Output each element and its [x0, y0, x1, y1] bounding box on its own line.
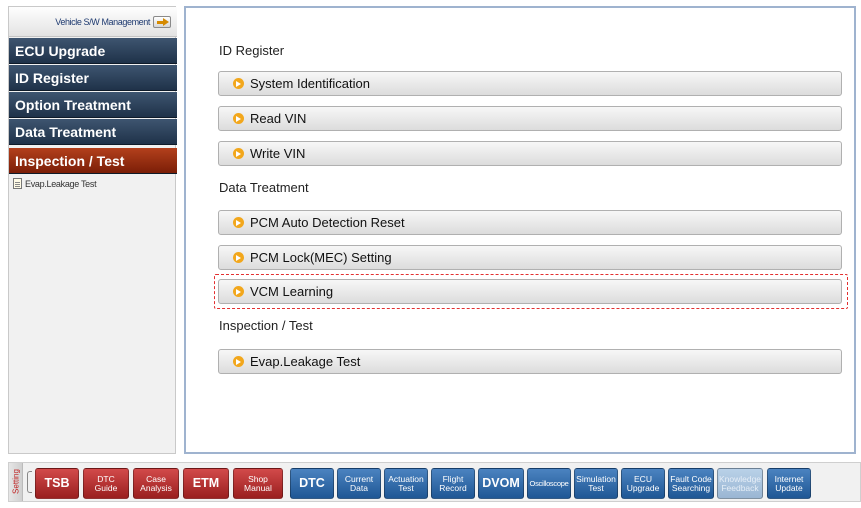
button-label: System Identification	[250, 76, 370, 91]
dvom-button[interactable]: DVOM	[478, 468, 524, 499]
button-label: PCM Auto Detection Reset	[250, 215, 405, 230]
evap-leakage-test-button[interactable]: Evap.Leakage Test	[218, 349, 842, 374]
write-vin-button[interactable]: Write VIN	[218, 141, 842, 166]
fault-code-searching-button[interactable]: Fault Code Searching	[668, 468, 714, 499]
dtc-guide-button[interactable]: DTC Guide	[83, 468, 129, 499]
pcm-lock-mec-setting-button[interactable]: PCM Lock(MEC) Setting	[218, 245, 842, 270]
button-label: Write VIN	[250, 146, 306, 161]
menu-option-treatment[interactable]: Option Treatment	[9, 92, 177, 118]
system-identification-button[interactable]: System Identification	[218, 71, 842, 96]
current-data-button[interactable]: Current Data	[337, 468, 381, 499]
internet-update-button[interactable]: Internet Update	[767, 468, 811, 499]
knowledge-feedback-button[interactable]: Knowledge Feedback	[717, 468, 763, 499]
section-title-id-register: ID Register	[219, 43, 285, 58]
ecu-upgrade-button[interactable]: ECU Upgrade	[621, 468, 665, 499]
menu-inspection-test[interactable]: Inspection / Test	[9, 148, 177, 174]
actuation-test-button[interactable]: Actuation Test	[384, 468, 428, 499]
pcm-auto-detection-reset-button[interactable]: PCM Auto Detection Reset	[218, 210, 842, 235]
etm-button[interactable]: ETM	[183, 468, 229, 499]
button-label: VCM Learning	[250, 284, 334, 299]
vehicle-sw-management-header[interactable]: Vehicle S/W Management	[9, 7, 177, 37]
menu-ecu-upgrade[interactable]: ECU Upgrade	[9, 38, 177, 64]
setting-label: Setting	[11, 469, 21, 494]
arrow-bullet-icon	[233, 286, 244, 297]
vehicle-sw-management-label: Vehicle S/W Management	[55, 16, 150, 27]
arrow-bullet-icon	[233, 113, 244, 124]
simulation-test-button[interactable]: Simulation Test	[574, 468, 618, 499]
sidebar-sub-item-evap-leakage-test[interactable]: Evap.Leakage Test	[13, 178, 97, 189]
arrow-bullet-icon	[233, 78, 244, 89]
main-panel: ID Register System Identification Read V…	[184, 6, 856, 454]
case-analysis-button[interactable]: Case Analysis	[133, 468, 179, 499]
sub-item-label: Evap.Leakage Test	[25, 178, 97, 189]
arrow-bullet-icon	[233, 252, 244, 263]
menu-id-register[interactable]: ID Register	[9, 65, 177, 91]
arrow-bullet-icon	[233, 148, 244, 159]
dtc-button[interactable]: DTC	[290, 468, 334, 499]
sidebar: Vehicle S/W Management ECU Upgrade ID Re…	[8, 6, 177, 454]
menu-data-treatment[interactable]: Data Treatment	[9, 119, 177, 145]
shop-manual-button[interactable]: Shop Manual	[233, 468, 283, 499]
tsb-button[interactable]: TSB	[35, 468, 79, 499]
arrow-bullet-icon	[233, 356, 244, 367]
toolbar-group-bracket	[27, 471, 32, 493]
oscilloscope-button[interactable]: Oscilloscope	[527, 468, 571, 499]
section-title-inspection-test: Inspection / Test	[219, 318, 313, 333]
arrow-bullet-icon	[233, 217, 244, 228]
flight-record-button[interactable]: Flight Record	[431, 468, 475, 499]
button-label: Read VIN	[250, 111, 307, 126]
read-vin-button[interactable]: Read VIN	[218, 106, 842, 131]
vcm-learning-button[interactable]: VCM Learning	[218, 279, 842, 304]
bottom-toolbar: Setting TSB DTC Guide Case Analysis ETM Sh…	[8, 462, 861, 502]
setting-tab[interactable]: Setting	[9, 463, 23, 501]
document-icon	[13, 178, 22, 189]
button-label: PCM Lock(MEC) Setting	[250, 250, 392, 265]
arrow-right-icon	[153, 15, 171, 28]
button-label: Evap.Leakage Test	[250, 354, 361, 369]
section-title-data-treatment: Data Treatment	[219, 180, 309, 195]
